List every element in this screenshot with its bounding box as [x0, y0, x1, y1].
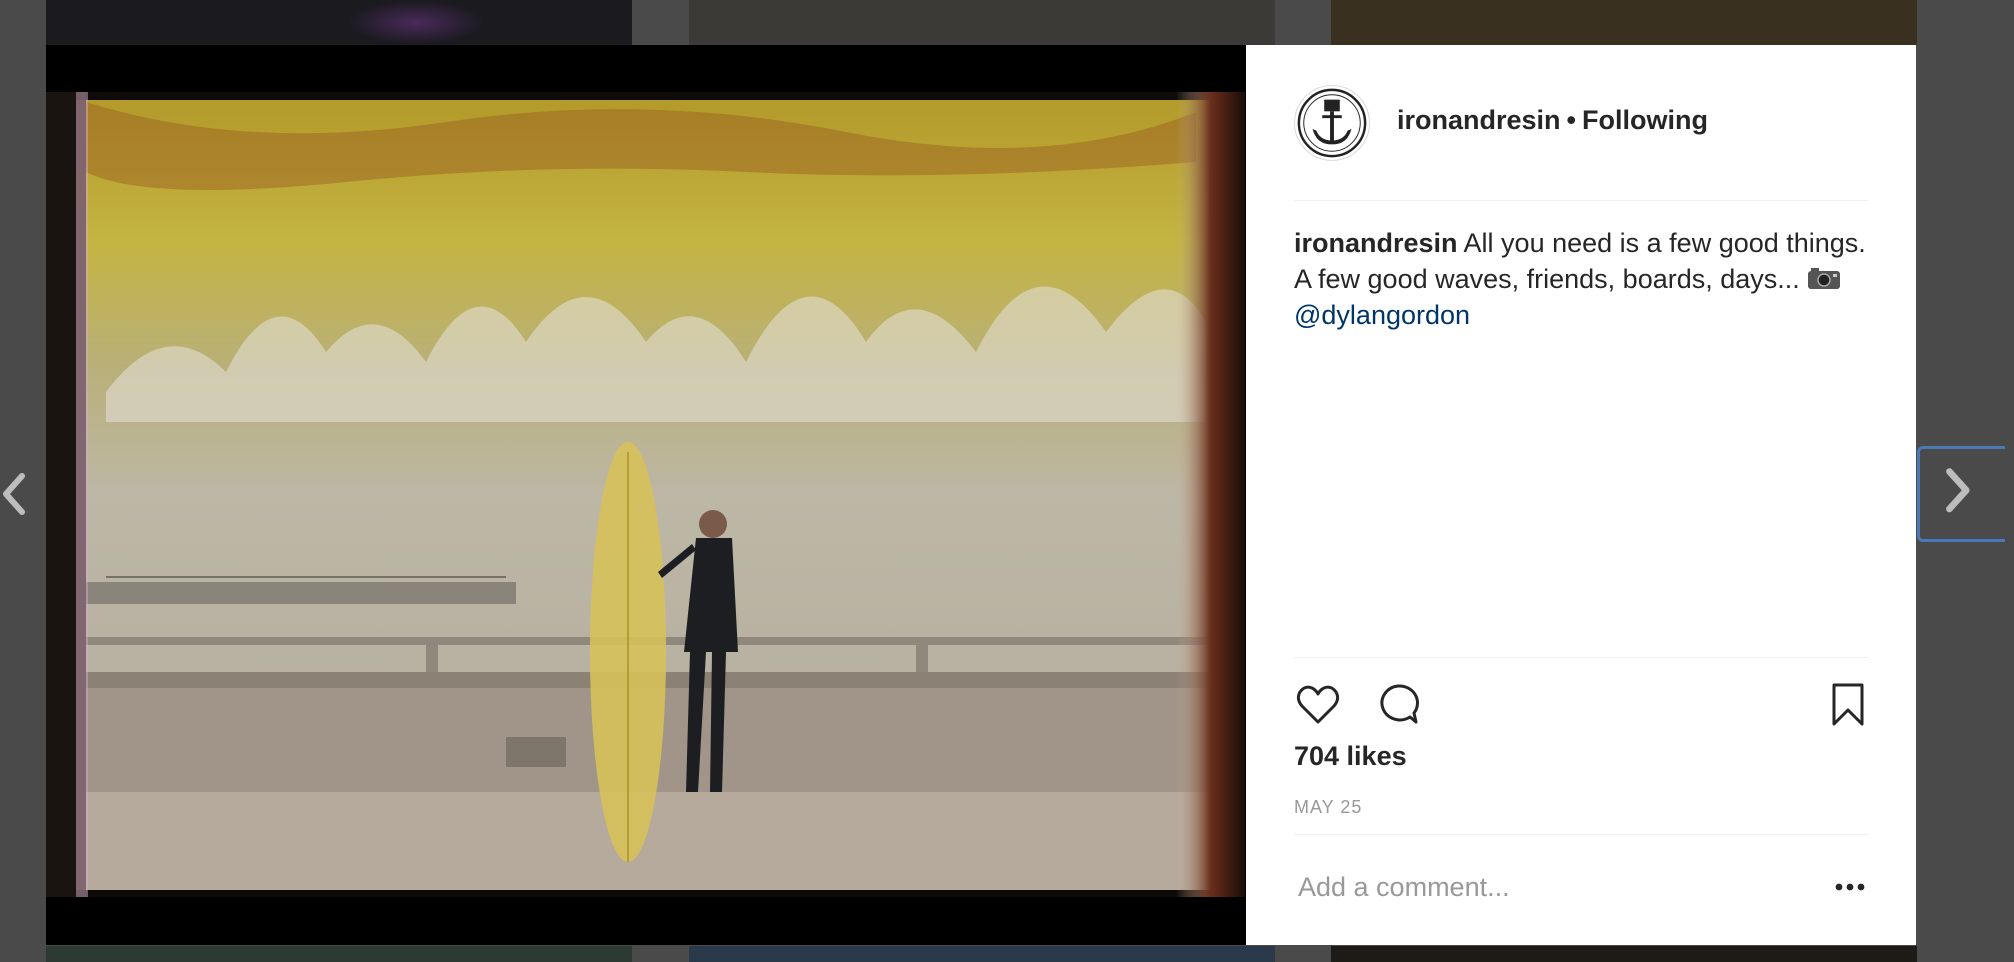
mention-link[interactable]: @dylangordon — [1294, 300, 1470, 330]
post-actions — [1294, 657, 1868, 746]
save-button[interactable] — [1824, 680, 1872, 728]
background-thumbnail — [1331, 946, 1917, 962]
post-photo — [46, 92, 1245, 897]
more-options-icon — [1835, 883, 1865, 891]
post-header-text: ironandresin • Following — [1397, 105, 1708, 136]
chevron-right-icon — [1946, 468, 1970, 513]
post-header: ironandresin • Following — [1294, 45, 1868, 201]
avatar[interactable] — [1294, 85, 1370, 161]
post-modal: ironandresin • Following ironandresin All … — [46, 45, 1916, 945]
more-options-button[interactable] — [1832, 869, 1868, 905]
comment-section — [1294, 834, 1868, 946]
username-link[interactable]: ironandresin — [1397, 105, 1561, 135]
like-button[interactable] — [1294, 680, 1342, 728]
comment-button[interactable] — [1374, 680, 1422, 728]
post-sidebar: ironandresin • Following ironandresin All … — [1246, 45, 1916, 945]
post-date[interactable]: MAY 25 — [1294, 797, 1362, 818]
comment-input[interactable] — [1294, 855, 1794, 919]
background-thumbnail — [1331, 0, 1917, 45]
camera-emoji-icon — [1807, 263, 1841, 289]
caption-username-link[interactable]: ironandresin — [1294, 228, 1458, 258]
background-thumbnail — [46, 0, 632, 45]
background-thumbnail — [689, 0, 1275, 45]
background-thumbnail — [46, 946, 632, 962]
comment-icon — [1380, 684, 1419, 724]
bookmark-icon — [1832, 683, 1864, 726]
chevron-left-icon — [3, 473, 25, 515]
previous-post-button[interactable] — [0, 466, 30, 522]
following-button[interactable]: Following — [1582, 105, 1708, 135]
post-media — [46, 45, 1246, 945]
heart-icon — [1296, 685, 1340, 724]
likes-count[interactable]: 704 likes — [1294, 741, 1407, 772]
separator-dot: • — [1566, 105, 1576, 135]
anchor-logo-icon — [1297, 88, 1367, 158]
next-post-button[interactable] — [1917, 446, 2005, 542]
background-thumbnail — [689, 946, 1275, 962]
post-caption: ironandresin All you need is a few good … — [1294, 225, 1868, 333]
